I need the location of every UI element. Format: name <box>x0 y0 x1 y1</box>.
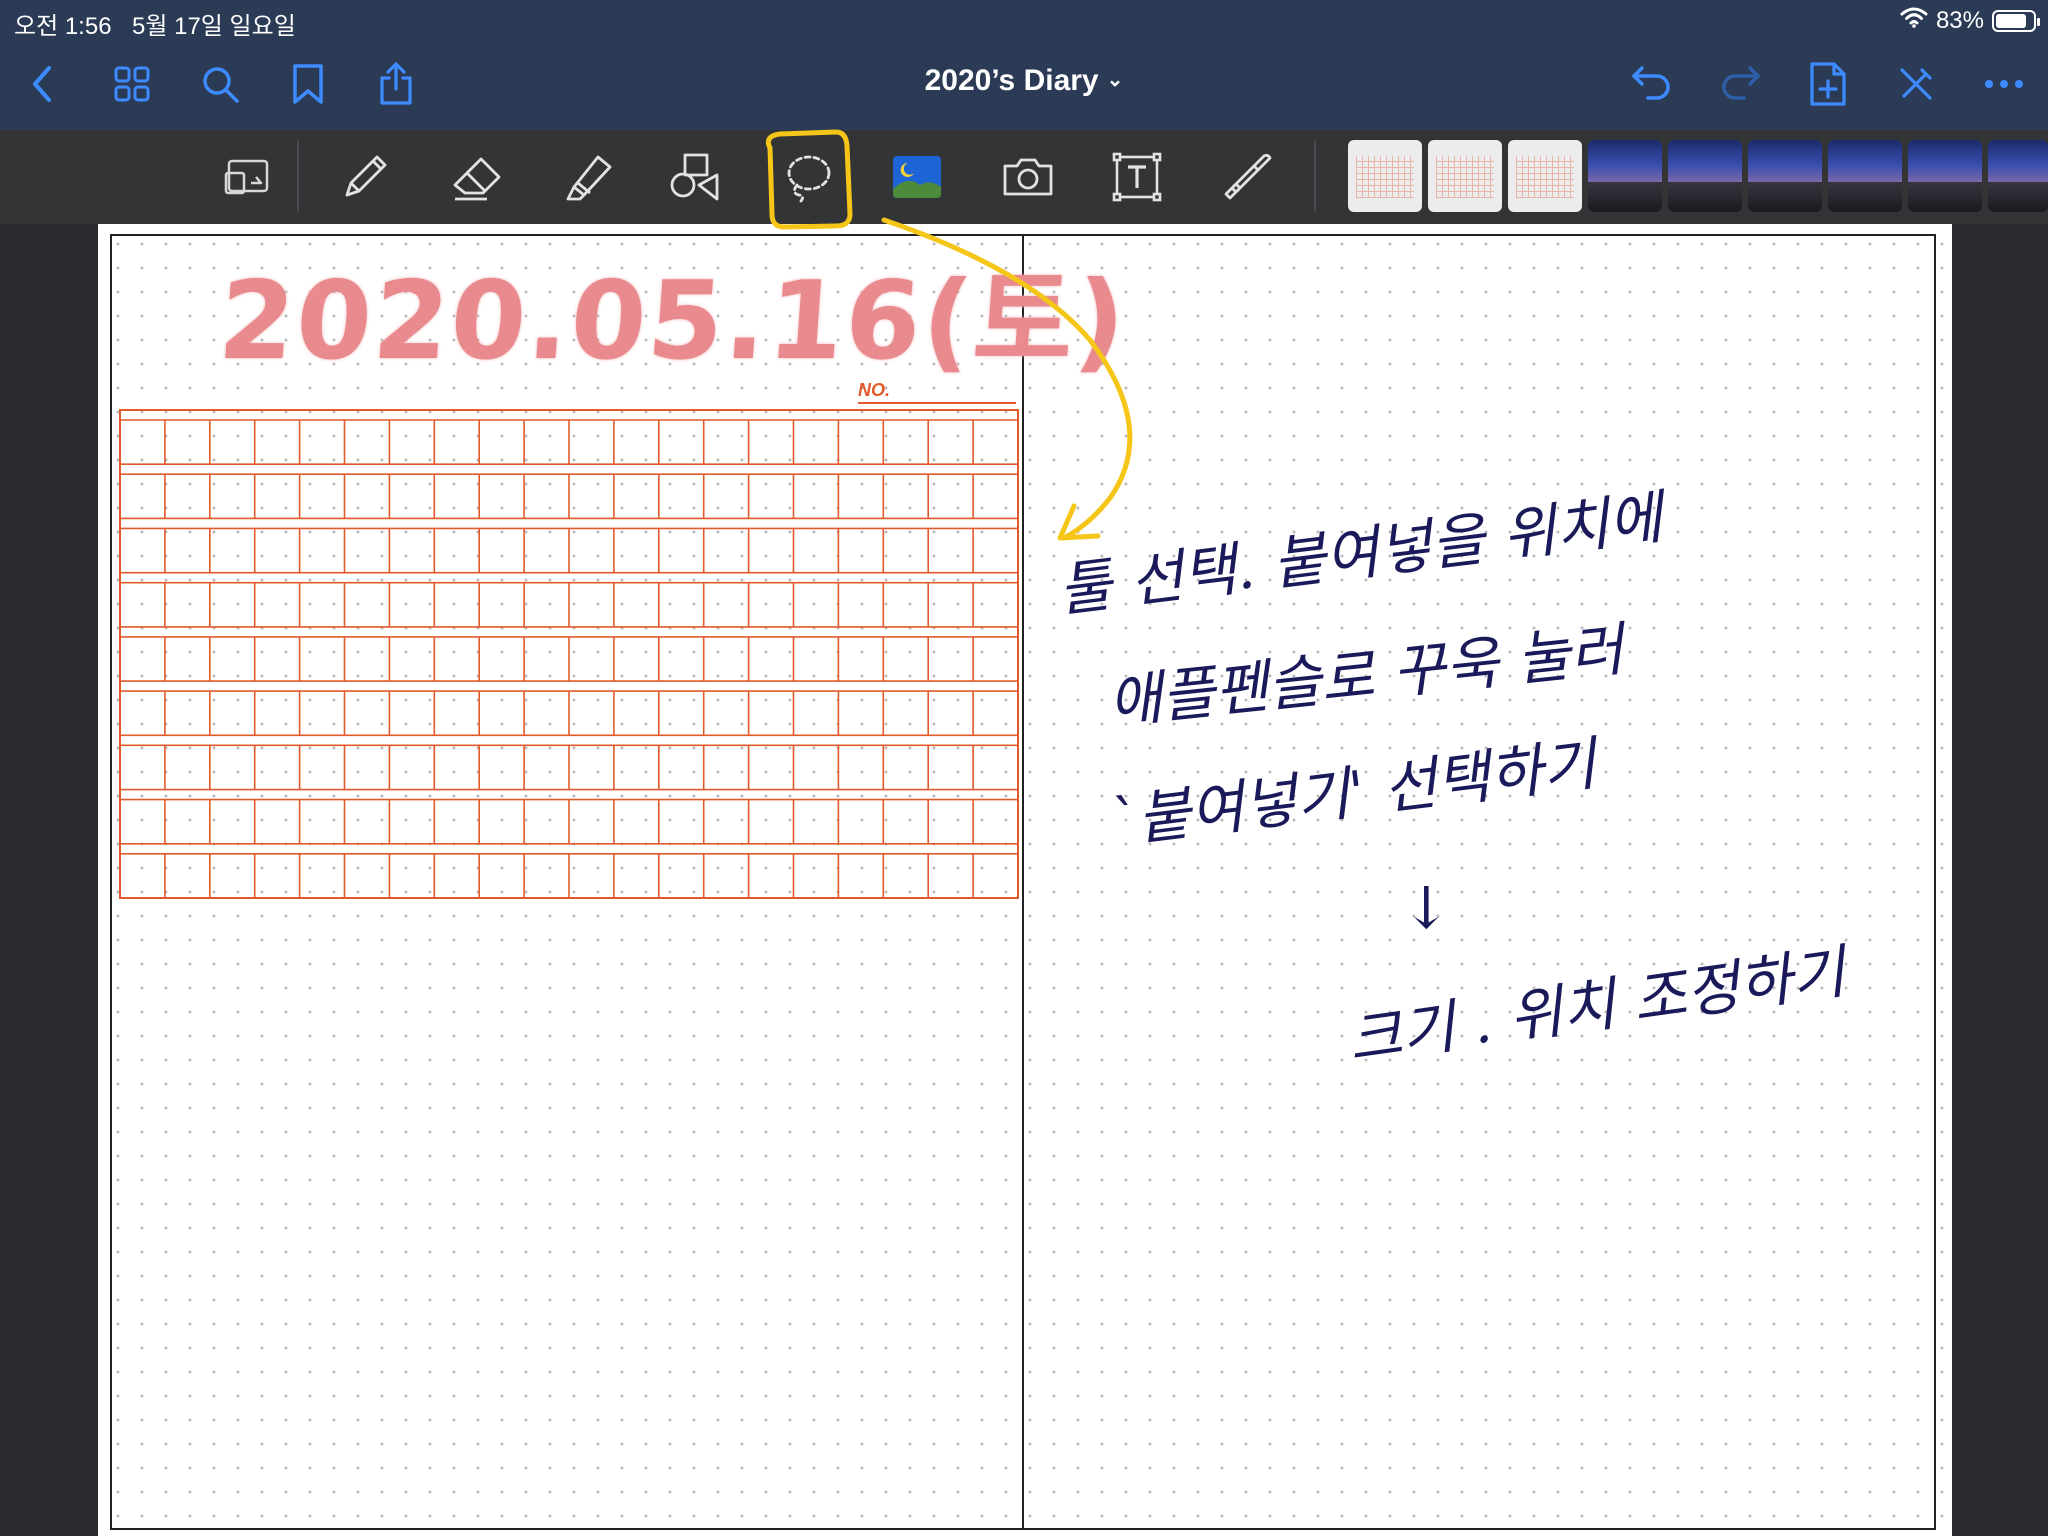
text-tool[interactable] <box>1102 146 1172 208</box>
grid-row <box>120 581 1018 628</box>
grid-row <box>120 527 1018 574</box>
battery-icon <box>1992 9 2040 32</box>
status-time: 오전 1:56 <box>14 13 112 40</box>
status-date: 5월 17일 일요일 <box>132 13 296 40</box>
pen-off-icon[interactable] <box>1890 58 1942 110</box>
date-heading: 2020.05.16(토) <box>214 259 1132 384</box>
page-center-divider <box>1022 234 1024 1530</box>
shapes-tool[interactable] <box>660 146 730 208</box>
thumbnail-template[interactable] <box>1348 140 1422 212</box>
camera-tool[interactable] <box>993 146 1063 208</box>
tool-bar <box>0 130 2048 224</box>
navigation-bar: 2020’s Diary ⌄ <box>0 40 2048 130</box>
toolbar-divider <box>1314 140 1316 212</box>
grid-row <box>120 473 1018 520</box>
thumbnail-photo[interactable] <box>1748 140 1822 212</box>
thumbnail-template[interactable] <box>1508 140 1582 212</box>
status-bar: 오전 1:56 5월 17일 일요일 83% <box>0 0 2048 40</box>
lasso-tool[interactable] <box>772 146 842 208</box>
thumbnail-photo[interactable] <box>1828 140 1902 212</box>
down-arrow: ↓ <box>1402 874 1451 942</box>
manuscript-grid <box>119 409 1019 899</box>
thumbnail-photo[interactable] <box>1588 140 1662 212</box>
redo-icon[interactable] <box>1714 58 1766 110</box>
status-indicators: 83% <box>1900 6 2040 35</box>
thumbnail-photo[interactable] <box>1908 140 1982 212</box>
notebook-page[interactable]: 2020.05.16(토) NO. 툴 선택. 붙여넣을 위치에 애플펜슬로 꾸… <box>98 224 1952 1536</box>
grid-row <box>120 852 1018 899</box>
more-icon[interactable] <box>1978 58 2030 110</box>
battery-percent: 83% <box>1935 6 1984 34</box>
undo-icon[interactable] <box>1626 58 1678 110</box>
thumbnail-photo[interactable] <box>1668 140 1742 212</box>
highlighter-tool[interactable] <box>552 146 622 208</box>
zoom-window-tool[interactable] <box>212 146 282 208</box>
notebook-canvas[interactable]: 2020.05.16(토) NO. 툴 선택. 붙여넣을 위치에 애플펜슬로 꾸… <box>0 224 2048 1536</box>
number-line <box>858 402 1016 404</box>
number-label: NO. <box>858 380 891 400</box>
grid-row <box>120 419 1018 466</box>
grid-row <box>120 690 1018 737</box>
chevron-down-icon: ⌄ <box>1106 69 1124 91</box>
laser-pointer-tool[interactable] <box>1212 146 1282 208</box>
thumbnail-template[interactable] <box>1428 140 1502 212</box>
wifi-icon <box>1900 6 1928 35</box>
eraser-tool[interactable] <box>442 146 512 208</box>
thumbnail-photo[interactable] <box>1988 140 2048 212</box>
battery-level <box>1996 13 2026 28</box>
toolbar-divider <box>297 140 299 212</box>
grid-row <box>120 636 1018 682</box>
document-title-label: 2020’s Diary <box>924 64 1099 97</box>
add-page-icon[interactable] <box>1802 58 1854 110</box>
grid-row <box>120 798 1018 845</box>
grid-row <box>120 744 1018 791</box>
pen-tool[interactable] <box>330 146 400 208</box>
image-tool[interactable] <box>882 146 952 208</box>
